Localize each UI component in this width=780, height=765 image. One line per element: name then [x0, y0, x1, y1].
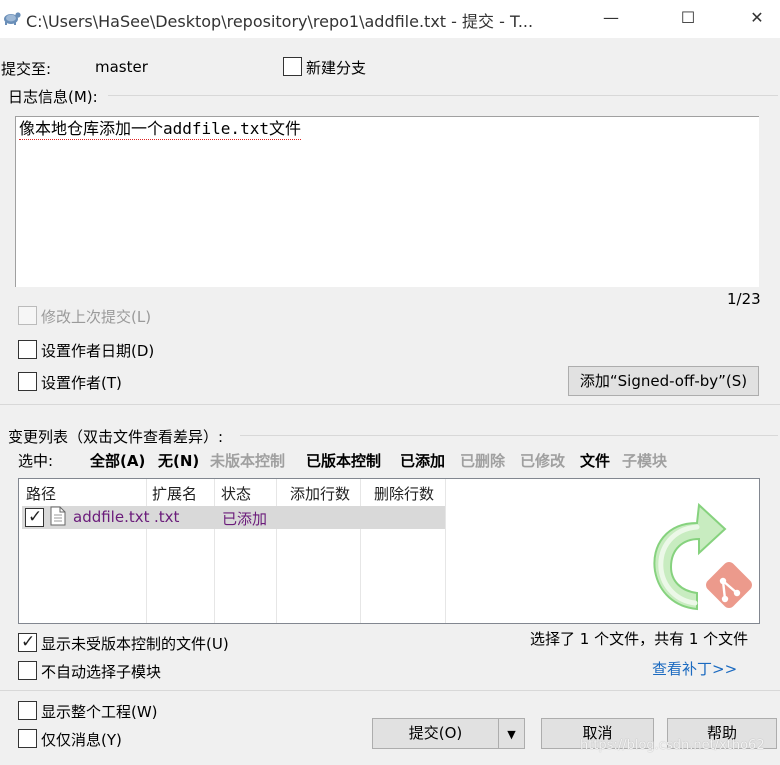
tortoisegit-logo-icon — [653, 502, 752, 611]
dropdown-arrow-icon: ▼ — [507, 728, 516, 741]
changes-label: 变更列表（双击文件查看差异）: — [8, 428, 224, 446]
column-divider — [360, 479, 361, 623]
new-branch-label: 新建分支 — [306, 59, 367, 77]
message-only-label: 仅仅消息(Y) — [41, 731, 122, 749]
column-divider — [214, 479, 215, 623]
file-list[interactable]: 路径 扩展名 状态 添加行数 删除行数 ✓ addfile.txt .txt 已… — [18, 478, 760, 624]
no-autoselect-submodules-checkbox[interactable] — [18, 661, 37, 680]
show-whole-project-label: 显示整个工程(W) — [41, 703, 158, 721]
select-label: 选中: — [18, 452, 54, 470]
set-author-date-checkbox[interactable] — [18, 340, 37, 359]
show-unversioned-label: 显示未受版本控制的文件(U) — [41, 635, 229, 653]
column-divider — [276, 479, 277, 623]
commit-button-label: 提交(O) — [408, 724, 463, 742]
set-author-label: 设置作者(T) — [41, 374, 122, 392]
message-only-checkbox[interactable] — [18, 729, 37, 748]
file-path: addfile.txt — [73, 508, 150, 526]
show-whole-project-checkbox[interactable] — [18, 701, 37, 720]
checkmark-icon: ✓ — [21, 632, 36, 652]
commit-button[interactable]: 提交(O) — [372, 718, 498, 749]
section-divider — [0, 690, 780, 691]
message-group-border — [108, 95, 778, 96]
view-patch-link[interactable]: 查看补丁>> — [652, 658, 737, 679]
file-extension: .txt — [154, 508, 180, 526]
show-unversioned-checkbox[interactable]: ✓ — [18, 632, 37, 652]
column-divider — [146, 479, 147, 623]
commit-dropdown-button[interactable]: ▼ — [498, 718, 525, 749]
text-file-icon — [50, 506, 66, 526]
filter-versioned[interactable]: 已版本控制 — [306, 450, 381, 471]
column-header-extension[interactable]: 扩展名 — [152, 483, 197, 504]
message-text[interactable]: 像本地仓库添加一个addfile.txt文件 — [19, 119, 301, 140]
column-header-deleted-lines[interactable]: 删除行数 — [374, 483, 434, 504]
selection-summary: 选择了 1 个文件，共有 1 个文件 — [530, 630, 749, 648]
amend-checkbox[interactable] — [18, 306, 37, 325]
filter-files[interactable]: 文件 — [580, 450, 610, 471]
file-status: 已添加 — [222, 510, 268, 528]
filter-added[interactable]: 已添加 — [400, 450, 445, 471]
message-label: 日志信息(M): — [8, 88, 98, 106]
branch-name: master — [95, 58, 148, 76]
checkmark-icon: ✓ — [28, 507, 43, 527]
close-button[interactable]: ✕ — [734, 0, 780, 38]
window-title: C:\Users\HaSee\Desktop\repository\repo1\… — [26, 12, 534, 31]
signed-off-by-button[interactable]: 添加“Signed-off-by”(S) — [568, 366, 759, 396]
message-textarea[interactable]: 像本地仓库添加一个addfile.txt文件 — [15, 116, 759, 287]
message-counter: 1/23 — [727, 290, 761, 308]
maximize-button[interactable]: ☐ — [665, 0, 711, 38]
changes-group-border — [240, 435, 778, 436]
tortoisegit-icon — [4, 12, 21, 25]
minimize-button[interactable]: — — [588, 0, 634, 38]
commit-to-label: 提交至: — [1, 60, 52, 78]
amend-label: 修改上次提交(L) — [41, 308, 152, 326]
watermark: https://blog.csdn.net/xtho62 — [580, 738, 765, 753]
column-header-path[interactable]: 路径 — [26, 483, 56, 504]
section-divider — [0, 404, 780, 405]
filter-modified[interactable]: 已修改 — [520, 450, 565, 471]
filter-none[interactable]: 无(N) — [158, 450, 199, 471]
title-bar: C:\Users\HaSee\Desktop\repository\repo1\… — [0, 0, 780, 38]
file-row-checkbox[interactable]: ✓ — [25, 507, 44, 527]
filter-all[interactable]: 全部(A) — [90, 450, 145, 471]
column-divider — [445, 479, 446, 623]
filter-submodules[interactable]: 子模块 — [622, 450, 667, 471]
column-header-status[interactable]: 状态 — [221, 483, 251, 504]
filter-unversioned[interactable]: 未版本控制 — [210, 450, 285, 471]
no-autoselect-submodules-label: 不自动选择子模块 — [41, 663, 162, 681]
new-branch-checkbox[interactable] — [283, 57, 302, 76]
filter-deleted[interactable]: 已删除 — [460, 450, 505, 471]
set-author-checkbox[interactable] — [18, 372, 37, 391]
column-header-added-lines[interactable]: 添加行数 — [290, 483, 350, 504]
set-author-date-label: 设置作者日期(D) — [41, 342, 155, 360]
